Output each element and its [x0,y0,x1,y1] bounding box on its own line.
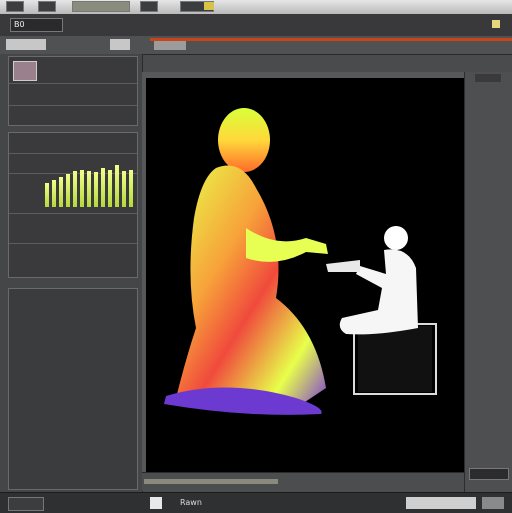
render-scene [164,108,437,415]
graph-bar [45,183,49,207]
timeline-scrubber[interactable] [144,479,278,484]
graph-bar [66,174,70,207]
graph-bar [73,171,77,207]
graph-bar [80,170,84,207]
graph-bar [59,177,63,207]
status-indicator [204,2,214,10]
graph-bar [52,180,56,207]
toolbar-field[interactable] [6,39,46,50]
properties-panel [8,56,138,126]
window-button[interactable] [6,1,24,12]
status-icon[interactable] [120,497,134,509]
corner-icon [492,20,500,28]
color-swatch[interactable] [13,61,37,81]
graph-bar [101,168,105,207]
left-panel [0,54,143,492]
status-left-button[interactable] [8,497,44,511]
menu-bar: B0 [0,14,512,37]
graph-bar [122,171,126,207]
timeline-track[interactable] [150,38,512,41]
3d-viewport[interactable] [146,78,464,472]
app-title: B0 [10,18,63,32]
window-button[interactable] [140,1,158,12]
status-indicator [150,497,162,509]
graph-bar [129,170,133,207]
title-bar [0,0,512,14]
status-mid-label: Rawn [180,498,202,507]
empty-panel [8,288,138,490]
window-tab[interactable] [72,1,130,12]
graph-panel [8,132,138,278]
right-panel-field[interactable] [469,468,509,480]
window-button[interactable] [38,1,56,12]
graph-bar [115,165,119,207]
graph-bar [87,171,91,207]
seated-figure [326,226,437,395]
toolbar-button[interactable] [110,39,130,50]
viewport-footer [142,472,464,491]
right-panel [464,72,512,492]
status-right-button[interactable] [482,497,504,509]
status-icon[interactable] [94,497,108,509]
status-bar: Rawn [0,492,512,513]
graph-bar [94,172,98,207]
right-panel-tab[interactable] [475,74,501,82]
status-right-field[interactable] [406,497,476,509]
graph-bar [108,170,112,207]
kneeling-figure [164,108,328,415]
